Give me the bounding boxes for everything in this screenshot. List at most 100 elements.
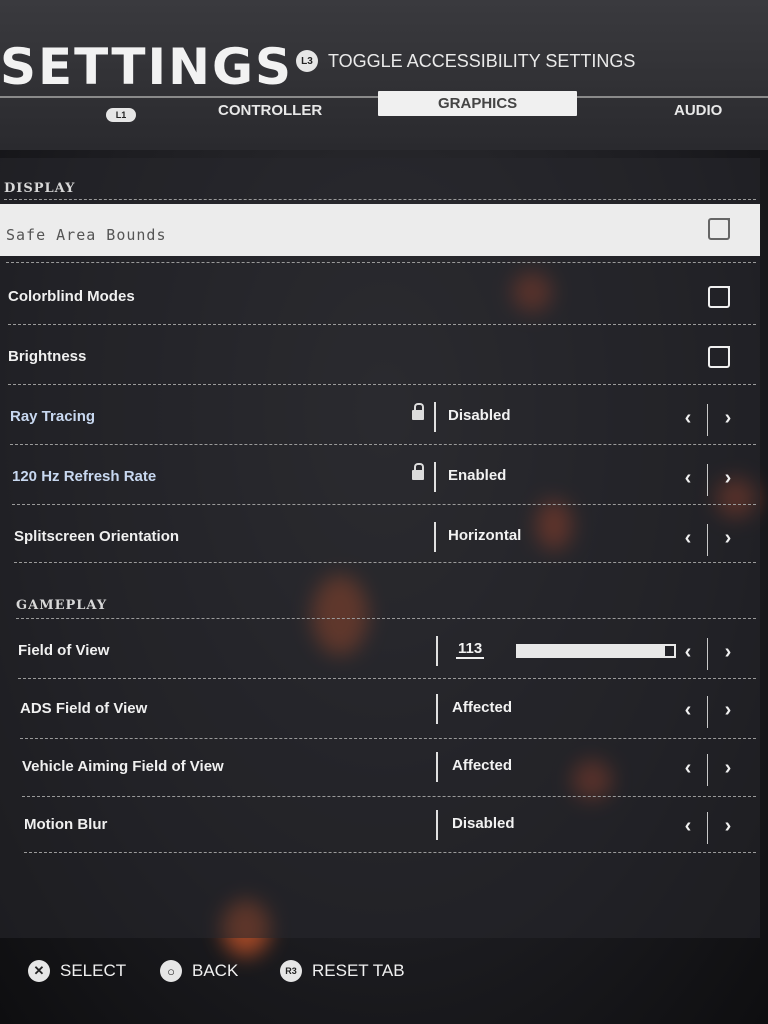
chevron-left-icon[interactable]: ‹ bbox=[680, 524, 696, 552]
toggle-accessibility-button[interactable]: L3 TOGGLE ACCESSIBILITY SETTINGS bbox=[296, 50, 635, 72]
value-arrows: ‹ › bbox=[680, 812, 736, 844]
external-link-icon bbox=[708, 346, 730, 368]
setting-row-ads-field-of-view[interactable]: ADS Field of View Affected ‹ › bbox=[0, 684, 760, 736]
external-link-icon bbox=[708, 286, 730, 308]
value-arrows: ‹ › bbox=[680, 754, 736, 786]
toggle-accessibility-label: TOGGLE ACCESSIBILITY SETTINGS bbox=[328, 50, 636, 71]
setting-row-refresh-rate[interactable]: 120 Hz Refresh Rate Enabled ‹ › bbox=[0, 452, 760, 504]
select-prompt[interactable]: ✕ SELECT bbox=[28, 960, 126, 982]
chevron-left-icon[interactable]: ‹ bbox=[680, 754, 696, 782]
lock-icon bbox=[412, 463, 424, 480]
setting-row-vehicle-aiming-fov[interactable]: Vehicle Aiming Field of View Affected ‹ … bbox=[0, 742, 760, 794]
chevron-right-icon[interactable]: › bbox=[720, 404, 736, 432]
select-label: SELECT bbox=[60, 961, 127, 980]
chevron-left-icon[interactable]: ‹ bbox=[680, 696, 696, 724]
value-arrows: ‹ › bbox=[680, 464, 736, 496]
value-separator bbox=[434, 462, 436, 492]
divider bbox=[8, 324, 756, 325]
setting-value: Disabled bbox=[448, 407, 511, 424]
divider bbox=[12, 504, 756, 505]
value-separator bbox=[436, 694, 438, 724]
divider bbox=[22, 796, 756, 797]
lock-icon bbox=[412, 403, 424, 420]
setting-label: Field of View bbox=[18, 642, 110, 659]
section-title-display: DISPLAY bbox=[4, 181, 76, 196]
setting-label: Ray Tracing bbox=[10, 408, 96, 425]
footer-prompts: ✕ SELECT ○ BACK R3 RESET TAB bbox=[0, 960, 768, 1000]
chevron-left-icon[interactable]: ‹ bbox=[680, 638, 696, 666]
reset-tab-label: RESET TAB bbox=[312, 961, 405, 980]
fov-slider[interactable] bbox=[516, 644, 676, 658]
setting-label: Safe Area Bounds bbox=[6, 226, 167, 244]
value-separator bbox=[436, 636, 438, 666]
setting-label: Motion Blur bbox=[24, 816, 108, 833]
divider bbox=[18, 678, 756, 679]
setting-row-safe-area-bounds[interactable]: Safe Area Bounds bbox=[0, 204, 760, 256]
setting-row-field-of-view[interactable]: Field of View 113 ‹ › bbox=[0, 626, 760, 678]
l3-button-icon: L3 bbox=[296, 50, 318, 72]
external-link-icon bbox=[708, 218, 730, 240]
value-arrows: ‹ › bbox=[680, 638, 736, 670]
value-separator bbox=[436, 752, 438, 782]
cross-button-icon: ✕ bbox=[28, 960, 50, 982]
setting-value: Enabled bbox=[448, 467, 507, 484]
setting-label: Vehicle Aiming Field of View bbox=[22, 758, 224, 775]
chevron-left-icon[interactable]: ‹ bbox=[680, 812, 696, 840]
value-separator bbox=[434, 402, 436, 432]
divider bbox=[6, 262, 756, 263]
fov-slider-fill bbox=[518, 646, 665, 656]
divider bbox=[20, 738, 756, 739]
divider bbox=[10, 444, 756, 445]
setting-label: Splitscreen Orientation bbox=[14, 528, 180, 545]
tab-controller[interactable]: CONTROLLER bbox=[218, 102, 322, 119]
setting-value: Horizontal bbox=[448, 527, 522, 544]
l1-button-icon[interactable]: L1 bbox=[106, 108, 136, 122]
arrow-separator bbox=[707, 464, 708, 496]
value-arrows: ‹ › bbox=[680, 696, 736, 728]
circle-button-icon: ○ bbox=[160, 960, 182, 982]
value-separator bbox=[436, 810, 438, 840]
setting-row-colorblind-modes[interactable]: Colorblind Modes bbox=[0, 272, 760, 324]
reset-tab-prompt[interactable]: R3 RESET TAB bbox=[280, 960, 405, 982]
arrow-separator bbox=[707, 638, 708, 670]
setting-row-ray-tracing[interactable]: Ray Tracing Disabled ‹ › bbox=[0, 392, 760, 444]
chevron-right-icon[interactable]: › bbox=[720, 524, 736, 552]
setting-row-motion-blur[interactable]: Motion Blur Disabled ‹ › bbox=[0, 800, 760, 852]
value-arrows: ‹ › bbox=[680, 524, 736, 556]
setting-value: Affected bbox=[452, 699, 513, 716]
divider bbox=[4, 199, 756, 200]
setting-row-brightness[interactable]: Brightness bbox=[0, 332, 760, 384]
setting-label: ADS Field of View bbox=[20, 700, 148, 717]
back-prompt[interactable]: ○ BACK bbox=[160, 960, 238, 982]
fov-value: 113 bbox=[456, 640, 485, 659]
arrow-separator bbox=[707, 812, 708, 844]
chevron-left-icon[interactable]: ‹ bbox=[680, 464, 696, 492]
chevron-right-icon[interactable]: › bbox=[720, 464, 736, 492]
arrow-separator bbox=[707, 524, 708, 556]
divider bbox=[24, 852, 756, 853]
setting-value: Affected bbox=[452, 757, 513, 774]
chevron-right-icon[interactable]: › bbox=[720, 696, 736, 724]
chevron-right-icon[interactable]: › bbox=[720, 812, 736, 840]
divider bbox=[14, 562, 756, 563]
arrow-separator bbox=[707, 754, 708, 786]
section-title-gameplay: GAMEPLAY bbox=[16, 598, 108, 613]
chevron-right-icon[interactable]: › bbox=[720, 638, 736, 666]
setting-label: 120 Hz Refresh Rate bbox=[12, 468, 157, 485]
arrow-separator bbox=[707, 696, 708, 728]
divider bbox=[8, 384, 756, 385]
chevron-left-icon[interactable]: ‹ bbox=[680, 404, 696, 432]
r3-button-icon: R3 bbox=[280, 960, 302, 982]
value-separator bbox=[434, 522, 436, 552]
setting-label: Brightness bbox=[8, 348, 87, 365]
setting-label: Colorblind Modes bbox=[8, 288, 135, 305]
tab-audio[interactable]: AUDIO bbox=[674, 102, 722, 119]
value-arrows: ‹ › bbox=[680, 404, 736, 436]
back-label: BACK bbox=[192, 961, 239, 980]
tab-graphics[interactable]: GRAPHICS bbox=[378, 91, 578, 116]
setting-value: Disabled bbox=[452, 815, 515, 832]
divider bbox=[16, 618, 756, 619]
setting-row-splitscreen-orientation[interactable]: Splitscreen Orientation Horizontal ‹ › bbox=[0, 512, 760, 564]
arrow-separator bbox=[707, 404, 708, 436]
chevron-right-icon[interactable]: › bbox=[720, 754, 736, 782]
